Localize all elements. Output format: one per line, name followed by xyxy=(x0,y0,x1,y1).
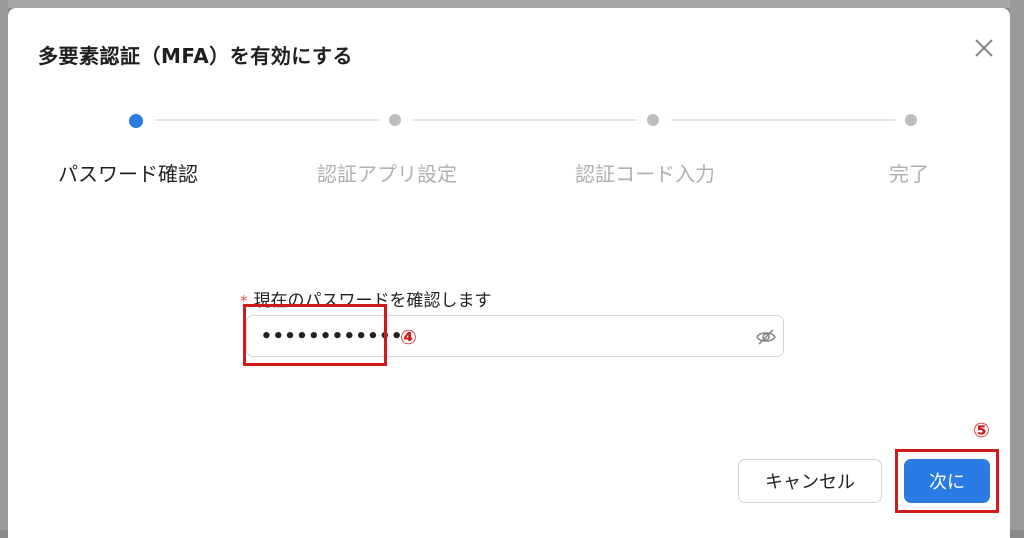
step-dot-2 xyxy=(389,114,401,126)
highlight-next-box xyxy=(895,449,999,513)
step-connector-3 xyxy=(671,119,895,121)
step-dot-3 xyxy=(647,114,659,126)
step-dot-1 xyxy=(129,114,143,128)
mfa-dialog: 多要素認証（MFA）を有効にする パスワード確認 認証アプリ設定 認証コード入力… xyxy=(8,8,1010,538)
annotation-marker-4: ④ xyxy=(400,325,417,349)
background-right xyxy=(1010,0,1024,530)
step-label-complete: 完了 xyxy=(889,162,929,186)
step-label-password: パスワード確認 xyxy=(58,162,198,186)
highlight-password-box xyxy=(243,304,387,366)
step-connector-1 xyxy=(155,119,379,121)
step-connector-2 xyxy=(413,119,637,121)
step-label-app-setup: 認証アプリ設定 xyxy=(317,162,457,186)
background-left xyxy=(0,0,8,530)
cancel-button[interactable]: キャンセル xyxy=(738,459,882,503)
step-label-code-input: 認証コード入力 xyxy=(575,162,715,186)
stepper: パスワード確認 認証アプリ設定 認証コード入力 完了 xyxy=(8,8,1010,208)
step-dot-4 xyxy=(905,114,917,126)
eye-slash-icon[interactable] xyxy=(755,326,777,348)
background-top xyxy=(0,0,1024,8)
annotation-marker-5: ⑤ xyxy=(973,418,990,442)
